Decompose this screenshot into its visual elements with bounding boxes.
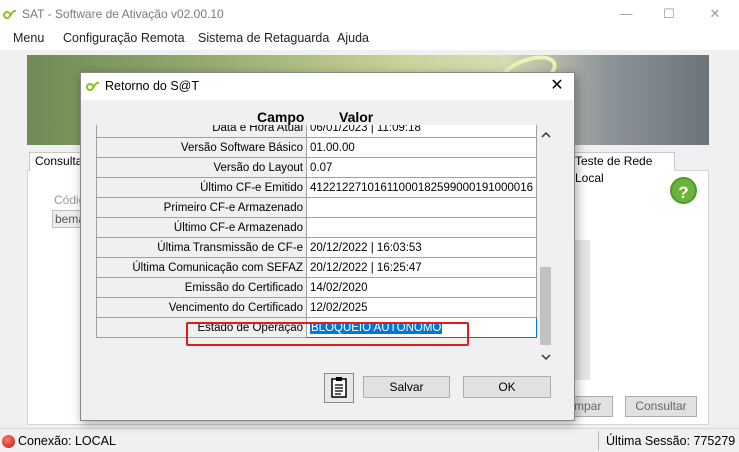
valor-text: BLOQUEIO AUTÔNOMO	[310, 321, 443, 334]
status-bar: Conexão: LOCAL Última Sessão: 775279	[0, 428, 739, 452]
table-row[interactable]: Versão do Layout 0.07	[96, 157, 537, 178]
campo-cell: Versão do Layout	[96, 157, 307, 178]
valor-cell[interactable]: 20/12/2022 | 16:25:47	[306, 257, 537, 278]
last-session: Última Sessão: 775279	[606, 434, 736, 448]
table-row[interactable]: Último CF-e Emitido 412212271016110001825…	[96, 177, 537, 198]
table-row[interactable]: Vencimento do Certificado 12/02/2025	[96, 297, 537, 318]
retorno-sat-dialog: Retorno do S@T ✕ Campo Valor Data e Hora…	[80, 72, 575, 421]
campo-cell: Último CF-e Armazenado	[96, 217, 307, 238]
valor-text: 20/12/2022 | 16:25:47	[310, 261, 422, 274]
campo-cell: Data e Hora Atual	[96, 125, 307, 138]
valor-text: 41221227101611000182599000191000016	[310, 181, 533, 194]
result-table: Data e Hora Atual 06/01/2023 | 11:09:18 Ve…	[96, 125, 537, 338]
campo-cell: Última Transmissão de CF-e	[96, 237, 307, 258]
app-title: SAT - Software de Ativação v02.00.10	[22, 7, 224, 21]
table-row[interactable]: Primeiro CF-e Armazenado	[96, 197, 537, 218]
status-divider	[598, 431, 599, 450]
campo-cell: Última Comunicação com SEFAZ	[96, 257, 307, 278]
valor-cell[interactable]: 01.00.00	[306, 137, 537, 158]
minimize-button[interactable]: —	[611, 4, 641, 24]
dialog-close-button[interactable]: ✕	[546, 76, 568, 96]
menu-bar: Menu Configuração Remota Sistema de Reta…	[0, 28, 739, 50]
dialog-titlebar: Retorno do S@T ✕	[81, 73, 574, 100]
valor-cell[interactable]: 14/02/2020	[306, 277, 537, 298]
campo-cell: Vencimento do Certificado	[96, 297, 307, 318]
help-icon[interactable]: ?	[670, 177, 697, 204]
valor-text: 01.00.00	[310, 141, 355, 154]
valor-text: 14/02/2020	[310, 281, 368, 294]
table-row[interactable]: Estado de Operação BLOQUEIO AUTÔNOMO	[96, 317, 537, 338]
ok-button[interactable]: OK	[463, 376, 551, 398]
valor-text: 20/12/2022 | 16:03:53	[310, 241, 422, 254]
tab-teste-rede-local[interactable]: Teste de Rede Local	[569, 152, 675, 185]
campo-cell: Último CF-e Emitido	[96, 177, 307, 198]
grid-scrollbar[interactable]	[537, 125, 554, 368]
consultar-button[interactable]: Consultar	[625, 396, 697, 417]
close-button[interactable]: ✕	[700, 4, 730, 24]
valor-text: 0.07	[310, 161, 333, 174]
valor-text: 06/01/2023 | 11:09:18	[310, 125, 421, 134]
result-grid[interactable]: Data e Hora Atual 06/01/2023 | 11:09:18 Ve…	[96, 125, 537, 346]
campo-cell: Primeiro CF-e Armazenado	[96, 197, 307, 218]
menu-item-menu[interactable]: Menu	[13, 31, 44, 45]
column-header-campo: Campo	[257, 109, 305, 125]
menu-item-ajuda[interactable]: Ajuda	[337, 31, 369, 45]
valor-cell[interactable]: BLOQUEIO AUTÔNOMO	[306, 317, 537, 338]
campo-cell: Estado de Operação	[96, 317, 307, 338]
dialog-title: Retorno do S@T	[105, 79, 199, 93]
campo-cell: Versão Software Básico	[96, 137, 307, 158]
valor-cell[interactable]: 12/02/2025	[306, 297, 537, 318]
connection-status-icon	[2, 435, 15, 448]
valor-cell[interactable]: 41221227101611000182599000191000016	[306, 177, 537, 198]
campo-cell: Emissão do Certificado	[96, 277, 307, 298]
valor-cell[interactable]: 20/12/2022 | 16:03:53	[306, 237, 537, 258]
valor-cell[interactable]	[306, 197, 537, 218]
scroll-down-icon[interactable]	[537, 352, 554, 366]
table-row[interactable]: Versão Software Básico 01.00.00	[96, 137, 537, 158]
clipboard-icon	[331, 377, 347, 398]
scroll-up-icon[interactable]	[537, 130, 554, 144]
sat-logo-icon	[3, 9, 17, 19]
scroll-thumb[interactable]	[540, 267, 551, 345]
valor-cell[interactable]: 0.07	[306, 157, 537, 178]
table-row[interactable]: Última Transmissão de CF-e 20/12/2022 | 1…	[96, 237, 537, 258]
valor-cell[interactable]	[306, 217, 537, 238]
table-row[interactable]: Data e Hora Atual 06/01/2023 | 11:09:18	[96, 125, 537, 138]
table-row[interactable]: Último CF-e Armazenado	[96, 217, 537, 238]
table-row[interactable]: Última Comunicação com SEFAZ 20/12/2022 |…	[96, 257, 537, 278]
valor-text: 12/02/2025	[310, 301, 368, 314]
maximize-button[interactable]: ☐	[654, 4, 684, 24]
copy-clipboard-button[interactable]	[324, 373, 354, 403]
salvar-button[interactable]: Salvar	[363, 376, 450, 398]
table-row[interactable]: Emissão do Certificado 14/02/2020	[96, 277, 537, 298]
column-header-valor: Valor	[339, 109, 374, 125]
valor-cell[interactable]: 06/01/2023 | 11:09:18	[306, 125, 537, 138]
menu-item-sistema-retaguarda[interactable]: Sistema de Retaguarda	[198, 31, 329, 45]
sat-logo-icon	[86, 81, 100, 91]
menu-item-configuracao-remota[interactable]: Configuração Remota	[63, 31, 185, 45]
connection-status: Conexão: LOCAL	[18, 434, 116, 448]
app-titlebar: SAT - Software de Ativação v02.00.10 — ☐…	[0, 0, 739, 28]
